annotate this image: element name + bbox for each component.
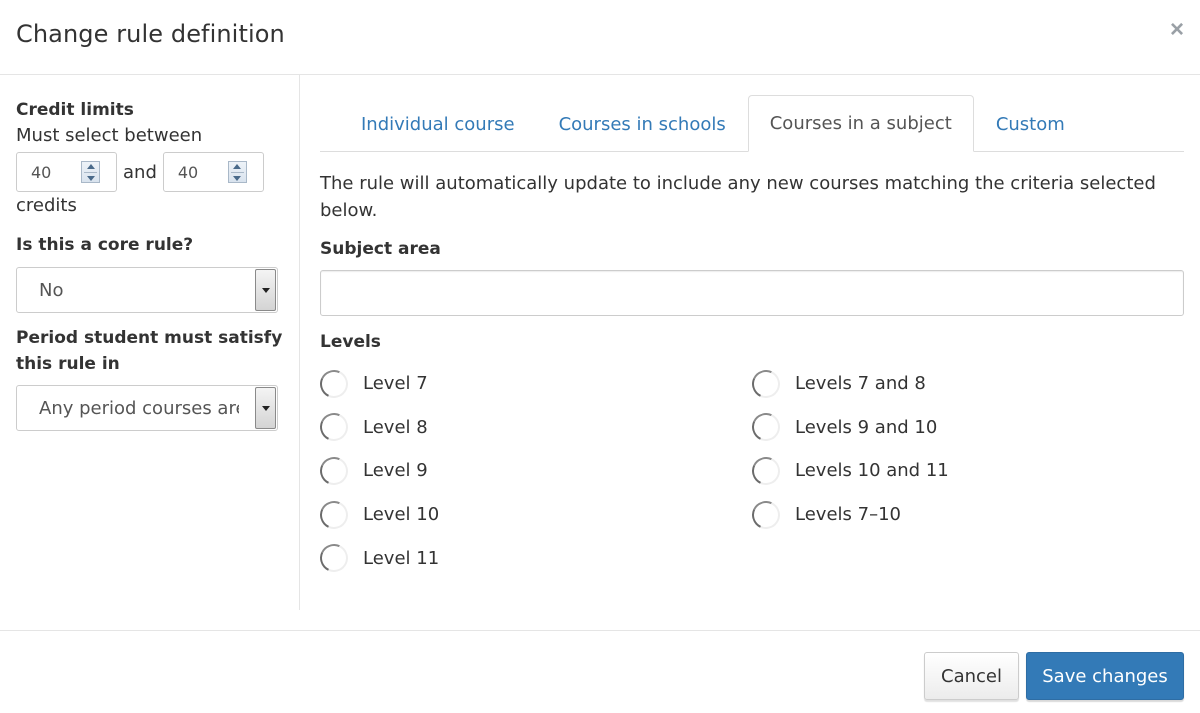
- levels-right-column: Levels 7 and 8 Levels 9 and 10 Levels 10…: [748, 362, 1184, 580]
- level-option[interactable]: Levels 7 and 8: [748, 362, 1184, 406]
- subject-area-label: Subject area: [320, 239, 441, 259]
- tab-custom[interactable]: Custom: [974, 96, 1087, 152]
- rule-description: The rule will automatically update to in…: [320, 173, 1156, 221]
- level-option[interactable]: Levels 7–10: [748, 493, 1184, 537]
- save-changes-button[interactable]: Save changes: [1026, 652, 1184, 700]
- tab-courses-in-schools[interactable]: Courses in schools: [537, 96, 748, 152]
- level-option[interactable]: Level 10: [316, 493, 752, 537]
- change-rule-dialog: Change rule definition × Credit limits M…: [0, 0, 1200, 713]
- period-select[interactable]: Any period courses are: [16, 385, 278, 431]
- close-button[interactable]: ×: [1170, 18, 1184, 42]
- dialog-footer: Cancel Save changes: [0, 630, 1200, 713]
- chevron-down-icon: [261, 287, 270, 293]
- radio-button[interactable]: [748, 496, 784, 533]
- credits-text: credits: [16, 195, 77, 216]
- level-label: Levels 7 and 8: [795, 373, 926, 395]
- cancel-button[interactable]: Cancel: [924, 652, 1019, 700]
- radio-button[interactable]: [316, 540, 352, 577]
- min-credits-input[interactable]: 40: [16, 152, 117, 192]
- radio-button[interactable]: [748, 409, 784, 446]
- levels-options: Level 7 Level 8 Level 9 Level 10 Level 1…: [316, 362, 1184, 580]
- tab-individual-course[interactable]: Individual course: [320, 96, 537, 152]
- tab-courses-in-a-subject[interactable]: Courses in a subject: [747, 95, 974, 152]
- dialog-title: Change rule definition: [16, 20, 285, 48]
- min-credits-spinner[interactable]: [81, 161, 100, 183]
- credits-row: 40 and 40: [16, 151, 283, 193]
- chevron-down-icon: [261, 405, 270, 411]
- subject-area-input[interactable]: [320, 270, 1184, 316]
- level-option[interactable]: Level 7: [316, 362, 752, 406]
- period-value: Any period courses are: [39, 397, 239, 419]
- core-rule-value: No: [39, 279, 64, 301]
- level-option[interactable]: Levels 10 and 11: [748, 449, 1184, 493]
- credit-limits-label: Credit limits: [16, 100, 134, 120]
- spin-up-icon[interactable]: [233, 163, 242, 169]
- close-icon: ×: [1169, 16, 1184, 43]
- rule-type-column: Individual course Courses in schools Cou…: [316, 75, 1184, 580]
- radio-button[interactable]: [316, 496, 352, 533]
- dropdown-arrow[interactable]: [255, 269, 276, 311]
- period-label-line1: Period student must satisfy: [16, 328, 283, 348]
- radio-button[interactable]: [316, 409, 352, 446]
- level-option[interactable]: Levels 9 and 10: [748, 406, 1184, 450]
- spin-down-icon[interactable]: [86, 175, 95, 181]
- radio-button[interactable]: [748, 453, 784, 489]
- dialog-body: Credit limits Must select between 40 and…: [0, 75, 1200, 630]
- level-label: Level 8: [363, 416, 428, 438]
- radio-button[interactable]: [316, 453, 352, 489]
- min-credits-value: 40: [31, 162, 52, 182]
- level-label: Level 9: [363, 460, 428, 482]
- level-label: Level 10: [363, 504, 440, 526]
- rule-settings-column: Credit limits Must select between 40 and…: [0, 75, 300, 610]
- period-label-line2: this rule in: [16, 354, 120, 374]
- levels-label: Levels: [320, 332, 381, 352]
- max-credits-value: 40: [177, 162, 199, 182]
- dialog-header: Change rule definition ×: [0, 0, 1200, 75]
- radio-button[interactable]: [316, 365, 352, 402]
- level-option[interactable]: Level 8: [316, 406, 752, 450]
- levels-left-column: Level 7 Level 8 Level 9 Level 10 Level 1…: [316, 362, 752, 580]
- core-rule-select[interactable]: No: [16, 267, 278, 313]
- max-credits-input[interactable]: 40: [162, 152, 264, 192]
- level-label: Levels 9 and 10: [795, 416, 938, 438]
- spin-down-icon[interactable]: [233, 175, 242, 181]
- level-label: Levels 7–10: [795, 504, 901, 526]
- level-label: Levels 10 and 11: [795, 460, 949, 482]
- level-label: Level 11: [363, 547, 440, 569]
- radio-button[interactable]: [748, 365, 784, 402]
- and-text: and: [123, 161, 157, 183]
- rule-type-tabs: Individual course Courses in schools Cou…: [320, 95, 1184, 152]
- spin-up-icon[interactable]: [86, 163, 95, 169]
- dropdown-arrow[interactable]: [255, 387, 276, 429]
- max-credits-spinner[interactable]: [227, 161, 247, 183]
- level-option[interactable]: Level 9: [316, 449, 752, 493]
- level-option[interactable]: Level 11: [316, 536, 752, 580]
- must-select-text: Must select between: [16, 125, 203, 146]
- level-label: Level 7: [363, 373, 428, 395]
- core-rule-label: Is this a core rule?: [16, 235, 194, 255]
